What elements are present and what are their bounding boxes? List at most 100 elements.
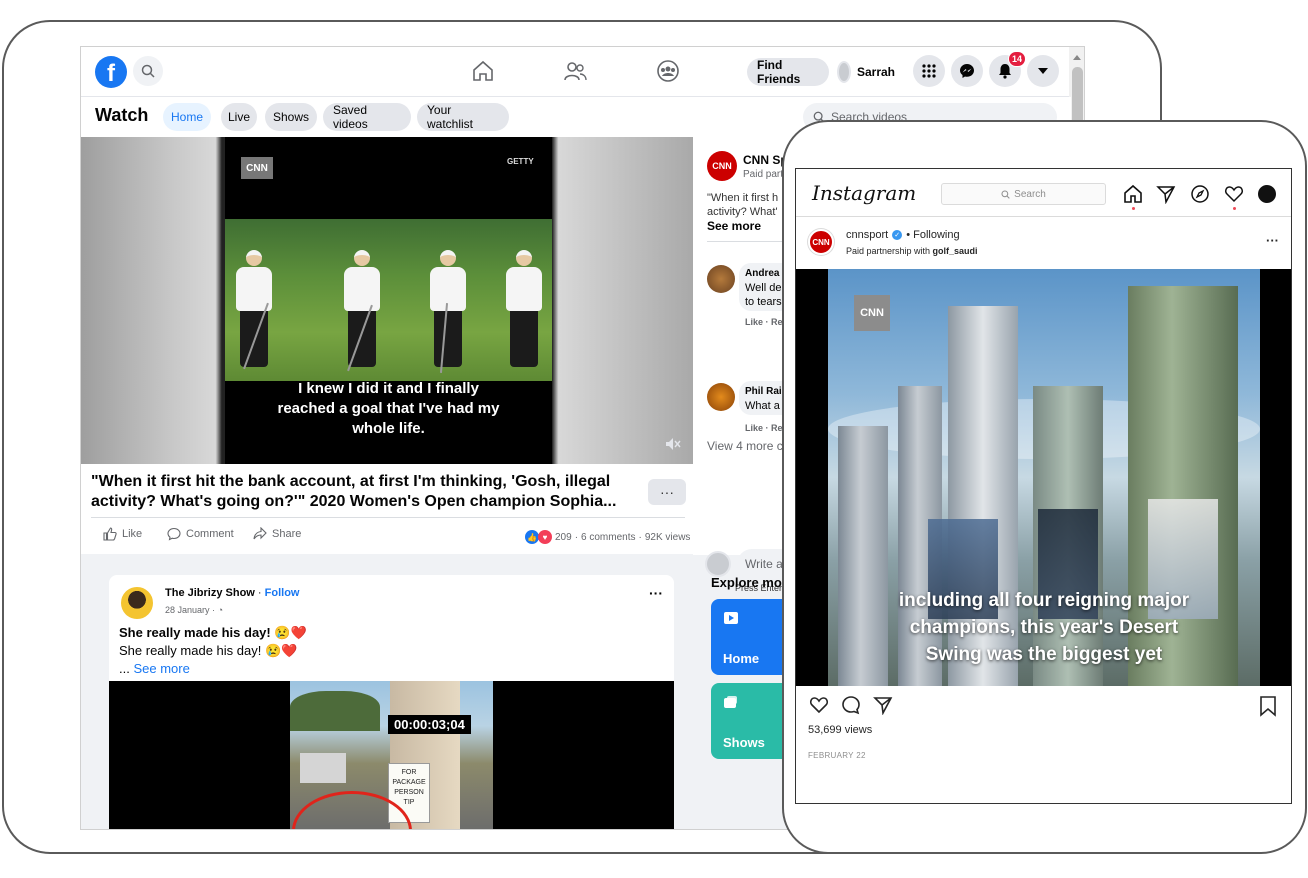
- direct-message-icon[interactable]: [1155, 183, 1177, 205]
- comment-label: Comment: [186, 528, 234, 540]
- comment-actions[interactable]: Like · Re: [745, 423, 783, 433]
- video-player[interactable]: CNN GETTY I knew I did it and I finally …: [81, 137, 693, 464]
- post-image[interactable]: CNN including all four reigning major ch…: [796, 269, 1291, 686]
- post-options-button[interactable]: ···: [649, 585, 663, 601]
- description-line: activity? What': [707, 206, 778, 218]
- post-date: 28 January · ◔: [165, 605, 223, 615]
- share-paper-plane-icon[interactable]: [872, 695, 894, 720]
- like-heart-icon[interactable]: [808, 695, 830, 720]
- caption-line: reached a goal that I've had my: [277, 400, 500, 417]
- menu-button[interactable]: [913, 55, 945, 87]
- feed-post: The Jibrizy Show · Follow 28 January · ◔…: [109, 575, 674, 829]
- like-button[interactable]: Like: [103, 527, 142, 541]
- description-line: "When it first h: [707, 192, 779, 204]
- timecode: 00:00:03;04: [388, 715, 471, 734]
- messenger-button[interactable]: [951, 55, 983, 87]
- home-nav-icon[interactable]: [471, 60, 495, 87]
- comment-text: Well de: [745, 282, 782, 294]
- commenter-avatar[interactable]: [707, 265, 735, 293]
- comment-button[interactable]: Comment: [167, 527, 234, 541]
- profile-avatar-icon[interactable]: [1256, 183, 1278, 205]
- reaction-count: 209: [555, 531, 572, 543]
- write-comment-placeholder: Write a: [745, 557, 783, 571]
- scrollbar-thumb[interactable]: [1072, 67, 1083, 127]
- my-avatar: [705, 551, 731, 577]
- paid-partnership-label: Paid part: [743, 169, 784, 180]
- verified-badge-icon: ✓: [892, 230, 903, 240]
- post-more-options-button[interactable]: ···: [1266, 233, 1279, 248]
- separator: ·: [257, 587, 262, 599]
- view-more-comments-link[interactable]: View 4 more c: [707, 439, 783, 453]
- comment-icon: [167, 527, 181, 541]
- video-icon: [724, 612, 738, 624]
- activity-heart-icon[interactable]: [1223, 183, 1245, 210]
- more-options-button[interactable]: ···: [648, 479, 686, 505]
- image-caption: including all four reigning major champi…: [884, 587, 1204, 668]
- caption-line: I knew I did it and I finally: [298, 380, 479, 397]
- instagram-search-input[interactable]: Search: [941, 183, 1106, 205]
- avatar: [837, 61, 851, 83]
- see-more-link[interactable]: See more: [707, 219, 761, 233]
- find-friends-button[interactable]: Find Friends: [747, 58, 829, 86]
- sign-line: PERSON: [394, 789, 424, 796]
- comment-count[interactable]: 6 comments: [581, 532, 635, 543]
- search-placeholder: Search: [1014, 188, 1046, 200]
- tab-shows[interactable]: Shows: [265, 103, 317, 131]
- love-reaction-icon: ♥: [538, 530, 552, 544]
- instagram-logo[interactable]: Instagram: [812, 181, 916, 205]
- author-avatar[interactable]: [119, 585, 155, 621]
- caption-line: champions, this year's Desert: [909, 617, 1179, 638]
- follow-link[interactable]: Follow: [265, 587, 300, 599]
- see-more-link[interactable]: See more: [133, 661, 189, 676]
- grid-menu-icon: [922, 64, 936, 78]
- friends-nav-icon[interactable]: [563, 60, 587, 87]
- cnn-logo: CNN: [241, 157, 273, 179]
- view-count: 53,699 views: [808, 724, 873, 736]
- tab-saved-videos[interactable]: Saved videos: [323, 103, 411, 131]
- tab-your-watchlist[interactable]: Your watchlist: [417, 103, 509, 131]
- post-account-row: cnnsport ✓ • Following: [846, 229, 960, 241]
- profile-button[interactable]: Sarrah: [835, 58, 905, 86]
- search-icon: [1001, 189, 1010, 199]
- view-count: 92K views: [644, 531, 691, 543]
- explore-compass-icon[interactable]: [1189, 183, 1211, 205]
- home-icon[interactable]: [1122, 183, 1144, 210]
- comment-actions[interactable]: Like · Re: [745, 317, 783, 327]
- author-name[interactable]: The Jibrizy Show: [165, 587, 255, 599]
- scroll-up-arrow-icon[interactable]: [1073, 55, 1081, 60]
- instagram-screen: Instagram Search CNN cnnsport ✓ • Follow…: [795, 168, 1292, 804]
- tab-home[interactable]: Home: [163, 103, 211, 131]
- share-icon: [253, 527, 267, 540]
- page-name[interactable]: CNN Sp: [743, 153, 788, 167]
- tab-live[interactable]: Live: [221, 103, 257, 131]
- video-frame[interactable]: CNN GETTY I knew I did it and I finally …: [225, 137, 552, 464]
- facebook-logo-icon[interactable]: f: [95, 56, 127, 88]
- like-label: Like: [122, 528, 143, 540]
- save-bookmark-icon[interactable]: [1258, 695, 1278, 722]
- search-button[interactable]: [133, 56, 163, 86]
- groups-nav-icon[interactable]: [656, 60, 680, 87]
- post-author: The Jibrizy Show · Follow: [165, 587, 299, 599]
- post-date-text: 28 January: [165, 605, 210, 615]
- explore-home-card[interactable]: Home: [711, 599, 791, 675]
- commenter-avatar[interactable]: [707, 383, 735, 411]
- account-name[interactable]: cnnsport: [846, 229, 888, 241]
- explore-shows-card[interactable]: Shows: [711, 683, 791, 759]
- post-video[interactable]: FOR PACKAGE PERSON TIP 00:00:03;04: [109, 681, 674, 829]
- post-stats[interactable]: 👍 ♥ 209 · 6 comments · 92K views: [525, 530, 690, 544]
- divider: [91, 517, 685, 518]
- account-dropdown-button[interactable]: [1027, 55, 1059, 87]
- separator: ·: [638, 531, 642, 543]
- share-button[interactable]: Share: [253, 527, 301, 541]
- thumbs-up-icon: [103, 527, 117, 541]
- comment-bubble-icon[interactable]: [840, 695, 862, 720]
- partner-link[interactable]: golf_saudi: [933, 246, 978, 256]
- following-label[interactable]: • Following: [906, 229, 959, 241]
- shows-icon: [724, 696, 737, 708]
- mute-icon[interactable]: [665, 437, 681, 456]
- cnn-sport-avatar[interactable]: CNN: [707, 151, 737, 181]
- cnnsport-avatar[interactable]: CNN: [808, 229, 834, 255]
- paid-partnership: Paid partnership with golf_saudi: [846, 246, 978, 256]
- messenger-icon: [960, 64, 974, 78]
- post-title-line: "When it first hit the bank account, at …: [91, 473, 611, 490]
